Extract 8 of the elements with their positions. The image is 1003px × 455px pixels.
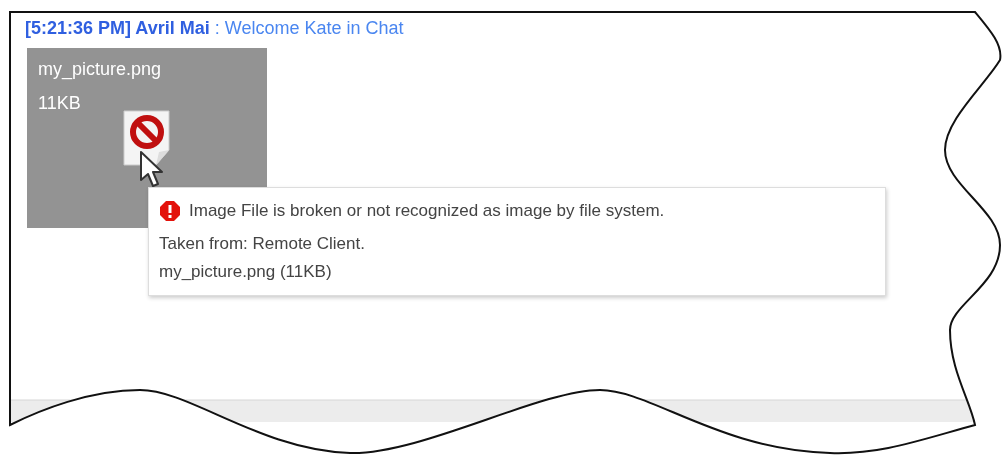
source-text: Taken from: Remote Client.: [159, 233, 366, 255]
broken-file-icon: [123, 110, 171, 166]
chat-message: [5:21:36 PM] Avril Mai : Welcome Kate in Chat: [25, 17, 405, 40]
error-message: Image File is broken or not recognized as image by file system.: [189, 200, 665, 222]
error-icon: [159, 200, 181, 222]
file-info: my_picture.png (11KB): [159, 261, 333, 283]
file-size: 11KB: [38, 92, 82, 114]
file-name: my_picture.png: [38, 58, 163, 80]
